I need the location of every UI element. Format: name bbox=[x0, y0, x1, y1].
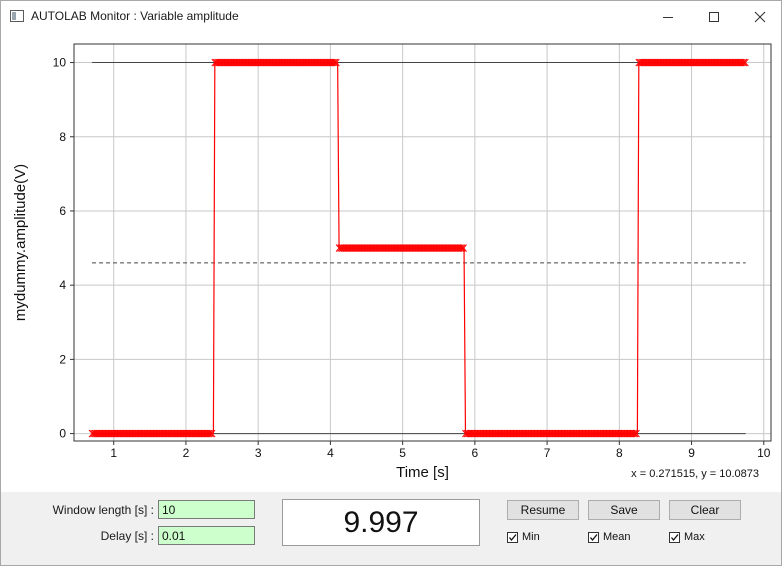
y-tick-label: 8 bbox=[59, 130, 66, 144]
x-axis-label: Time [s] bbox=[396, 464, 449, 481]
mean-checkbox[interactable]: Mean bbox=[588, 530, 631, 544]
monitor-window: AUTOLAB Monitor : Variable amplitude 1 2 3… bbox=[0, 0, 782, 566]
x-tick-label: 4 bbox=[327, 446, 334, 460]
current-value-display: 9.997 bbox=[282, 499, 480, 546]
min-checkbox-label: Min bbox=[522, 531, 540, 543]
maximize-icon bbox=[709, 11, 719, 22]
minimize-icon bbox=[663, 16, 673, 18]
window-length-label: Window length [s] : bbox=[52, 503, 154, 517]
delay-field[interactable]: 0.01 bbox=[158, 526, 255, 545]
y-tick-label: 2 bbox=[59, 352, 66, 366]
y-tick-label: 0 bbox=[59, 427, 66, 441]
y-tick-label: 6 bbox=[59, 204, 66, 218]
save-button[interactable]: Save bbox=[588, 500, 660, 520]
amplitude-marker-band bbox=[88, 429, 216, 438]
maximize-button[interactable] bbox=[691, 1, 737, 32]
x-tick-label: 1 bbox=[110, 446, 117, 460]
delay-label: Delay [s] : bbox=[100, 529, 154, 543]
min-checkbox[interactable]: Min bbox=[507, 530, 540, 544]
amplitude-marker-band bbox=[462, 429, 640, 438]
x-tick-label: 10 bbox=[757, 446, 771, 460]
mean-checkbox-label: Mean bbox=[603, 531, 631, 543]
checkmark-icon bbox=[508, 533, 517, 541]
checkmark-icon bbox=[670, 533, 679, 541]
y-axis-label: mydummy.amplitude(V) bbox=[12, 164, 29, 321]
minimize-button[interactable] bbox=[645, 1, 691, 32]
amplitude-chart[interactable]: 1 2 3 4 5 6 7 8 9 10 0 2 4 6 8 10 Time [s] mydummy.ampl… bbox=[1, 32, 781, 492]
close-button[interactable] bbox=[737, 1, 782, 32]
close-icon bbox=[754, 11, 766, 22]
max-checkbox[interactable]: Max bbox=[669, 530, 705, 544]
x-tick-label: 7 bbox=[544, 446, 551, 460]
y-tick-label: 4 bbox=[59, 278, 66, 292]
window-title: AUTOLAB Monitor : Variable amplitude bbox=[31, 9, 239, 23]
x-tick-label: 5 bbox=[399, 446, 406, 460]
resume-button[interactable]: Resume bbox=[507, 500, 579, 520]
clear-button[interactable]: Clear bbox=[669, 500, 741, 520]
x-tick-label: 6 bbox=[472, 446, 479, 460]
plot-frame bbox=[73, 43, 772, 442]
x-tick-label: 8 bbox=[616, 446, 623, 460]
x-tick-label: 2 bbox=[183, 446, 190, 460]
x-tick-label: 3 bbox=[255, 446, 262, 460]
max-checkbox-label: Max bbox=[684, 531, 705, 543]
window-length-field[interactable]: 10 bbox=[158, 500, 255, 519]
coordinate-readout: x = 0.271515, y = 10.0873 bbox=[631, 468, 759, 480]
mean-checkbox-box[interactable] bbox=[588, 531, 599, 543]
x-tick-label: 9 bbox=[688, 446, 695, 460]
app-icon bbox=[10, 10, 24, 22]
plot-area[interactable]: 1 2 3 4 5 6 7 8 9 10 0 2 4 6 8 10 Time [s] mydummy.ampl… bbox=[1, 32, 781, 492]
min-checkbox-box[interactable] bbox=[507, 531, 518, 543]
title-bar: AUTOLAB Monitor : Variable amplitude bbox=[1, 1, 781, 32]
checkmark-icon bbox=[589, 533, 598, 541]
control-panel: Window length [s] : 10 Delay [s] : 0.01 … bbox=[1, 492, 781, 565]
y-tick-label: 10 bbox=[53, 56, 67, 70]
max-checkbox-box[interactable] bbox=[669, 531, 680, 543]
